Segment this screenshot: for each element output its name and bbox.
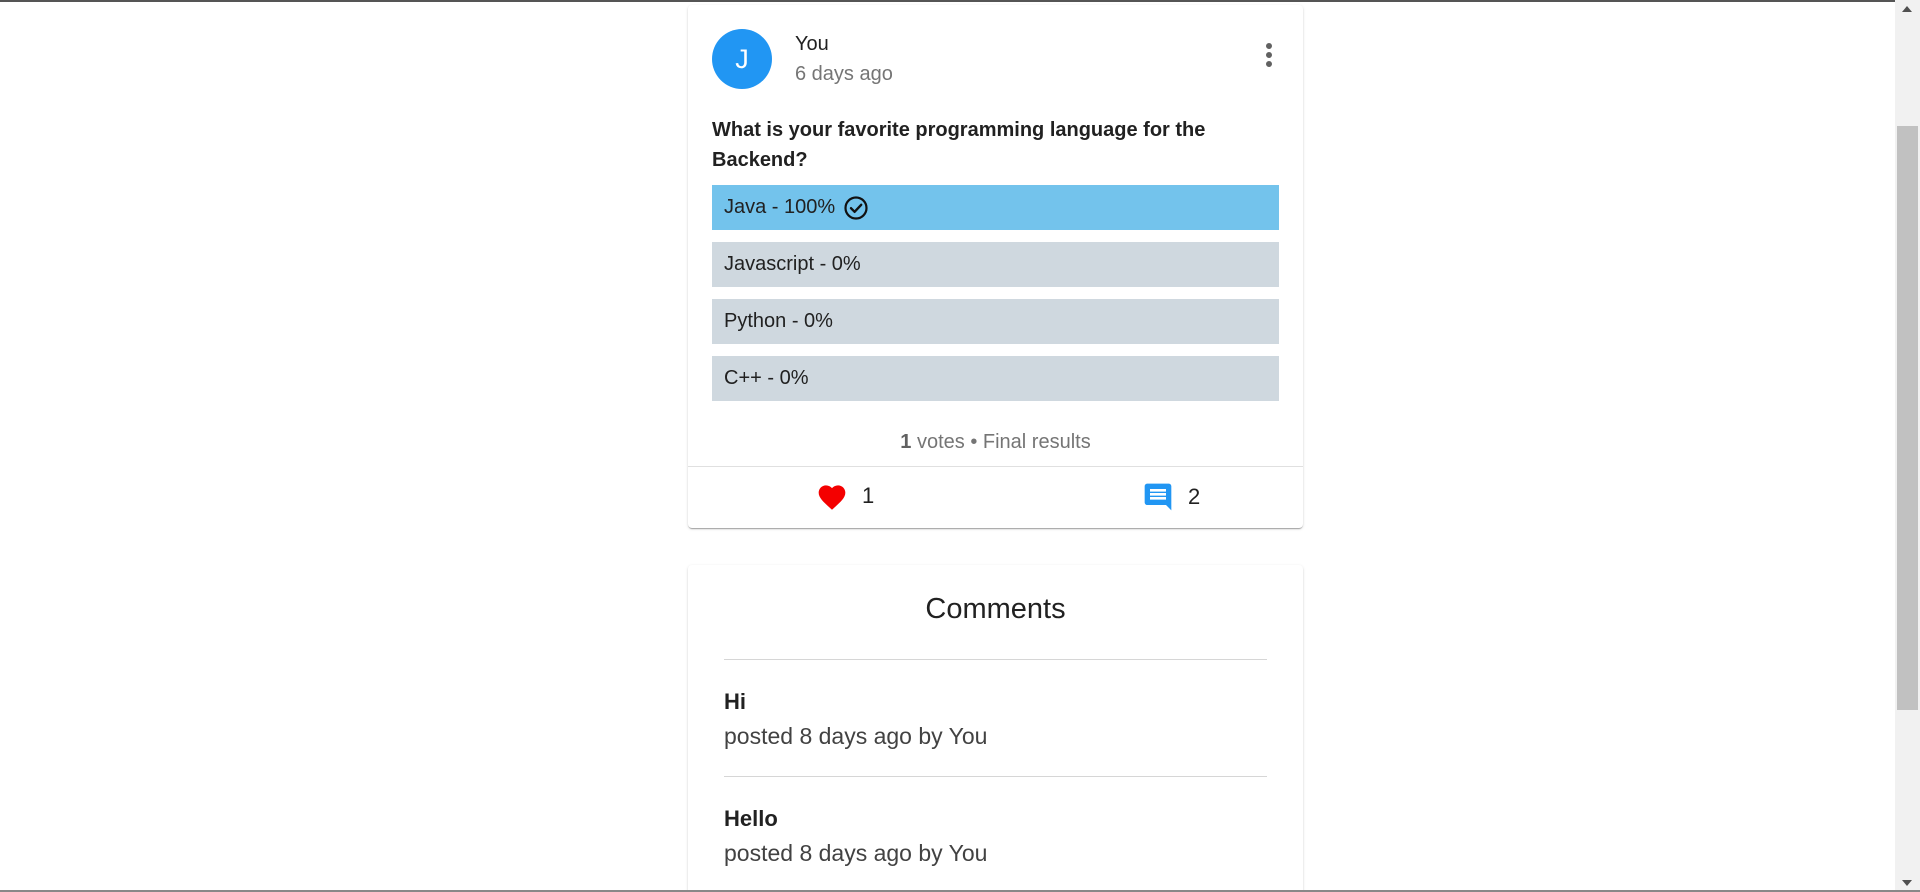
poll-option-java[interactable]: Java - 100% [712,185,1279,230]
author-name[interactable]: You [795,33,829,56]
votes-count: 1 [900,431,912,453]
scroll-down-icon[interactable] [1902,880,1912,886]
page-scrollbar[interactable] [1895,0,1920,892]
poll-option-cpp[interactable]: C++ - 0% [712,356,1279,401]
check-circle-icon [844,195,868,220]
likes-count: 1 [862,483,875,508]
poll-summary: 1 votes • Final results [688,431,1303,454]
scroll-thumb[interactable] [1897,126,1918,710]
comment-meta: posted 8 days ago by You [724,840,988,866]
poll-option-label: C++ - 0% [724,367,809,389]
avatar[interactable]: J [712,29,772,89]
post-header: J You 6 days ago [688,5,1303,111]
poll-option-label: Java - 100% [724,196,836,218]
comment-text: Hello [724,806,778,831]
like-button[interactable]: 1 [816,481,874,511]
votes-suffix: votes • Final results [911,431,1091,453]
comment-icon [1144,483,1172,511]
comment-meta: posted 8 days ago by You [724,723,988,749]
more-options-icon[interactable] [1257,39,1281,71]
poll-option-label: Python - 0% [724,310,833,332]
poll-option-javascript[interactable]: Javascript - 0% [712,242,1279,287]
comment-divider [724,659,1267,660]
poll-options: Java - 100% Javascript - 0% Python - 0% … [712,185,1279,413]
heart-icon [818,485,846,510]
comment-divider [724,776,1267,777]
comment-text: Hi [724,689,746,714]
comments-card: Comments Hi posted 8 days ago by You Hel… [688,565,1303,892]
poll-option-label: Javascript - 0% [724,253,861,275]
post-actions: 1 2 [688,467,1303,528]
comment-button[interactable]: 2 [1142,481,1200,513]
comments-count: 2 [1188,484,1201,509]
poll-option-python[interactable]: Python - 0% [712,299,1279,344]
comments-title: Comments [925,593,1066,625]
poll-question: What is your favorite programming langua… [712,119,1206,171]
post-time: 6 days ago [795,63,893,85]
scroll-up-icon[interactable] [1902,6,1912,12]
poll-card: J You 6 days ago What is your favorite p… [688,5,1303,528]
window-top-border [0,0,1920,2]
